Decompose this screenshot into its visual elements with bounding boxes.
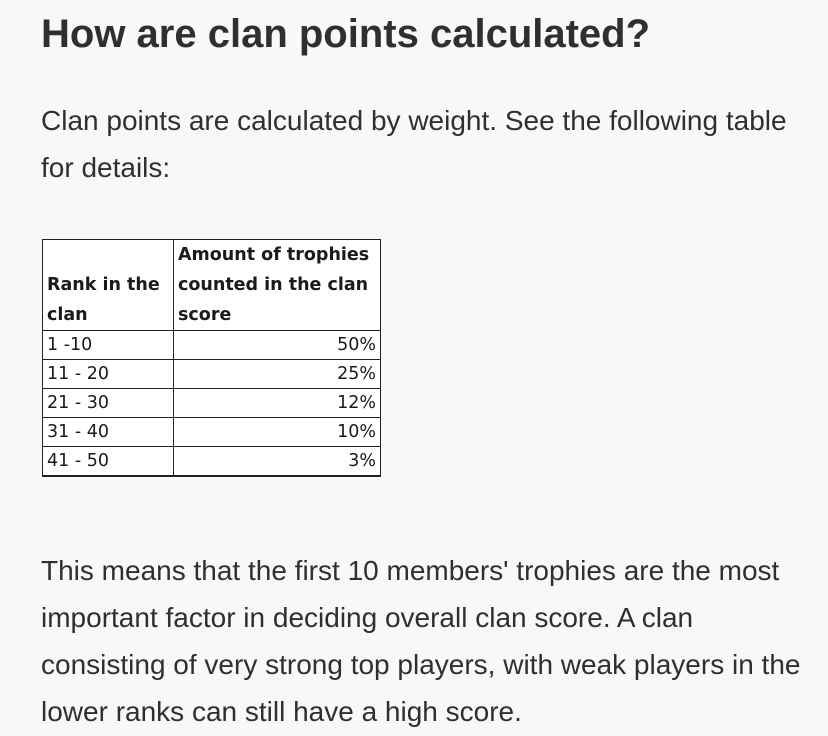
rank-cell: 1 -10 bbox=[42, 330, 174, 360]
amount-cell: 10% bbox=[173, 417, 381, 447]
table-row: 1 -10 50% bbox=[42, 330, 381, 360]
rank-cell: 21 - 30 bbox=[42, 388, 174, 418]
rank-cell: 31 - 40 bbox=[42, 417, 174, 447]
amount-cell: 25% bbox=[173, 359, 381, 389]
table-header-row: Rank in the clan Amount of trophies coun… bbox=[42, 239, 381, 331]
header-amount: Amount of trophies counted in the clan s… bbox=[173, 239, 381, 331]
header-rank: Rank in the clan bbox=[42, 239, 174, 331]
table-row: 41 - 50 3% bbox=[42, 446, 381, 477]
amount-cell: 50% bbox=[173, 330, 381, 360]
clan-points-table: Rank in the clan Amount of trophies coun… bbox=[42, 239, 381, 477]
table-row: 31 - 40 10% bbox=[42, 417, 381, 447]
table-row: 21 - 30 12% bbox=[42, 388, 381, 418]
amount-cell: 12% bbox=[173, 388, 381, 418]
table-row: 11 - 20 25% bbox=[42, 359, 381, 389]
page-title: How are clan points calculated? bbox=[41, 12, 651, 56]
rank-cell: 41 - 50 bbox=[42, 446, 174, 477]
explanation-paragraph: This means that the first 10 members' tr… bbox=[41, 555, 801, 727]
rank-cell: 11 - 20 bbox=[42, 359, 174, 389]
amount-cell: 3% bbox=[173, 446, 381, 477]
intro-paragraph: Clan points are calculated by weight. Se… bbox=[41, 105, 787, 183]
